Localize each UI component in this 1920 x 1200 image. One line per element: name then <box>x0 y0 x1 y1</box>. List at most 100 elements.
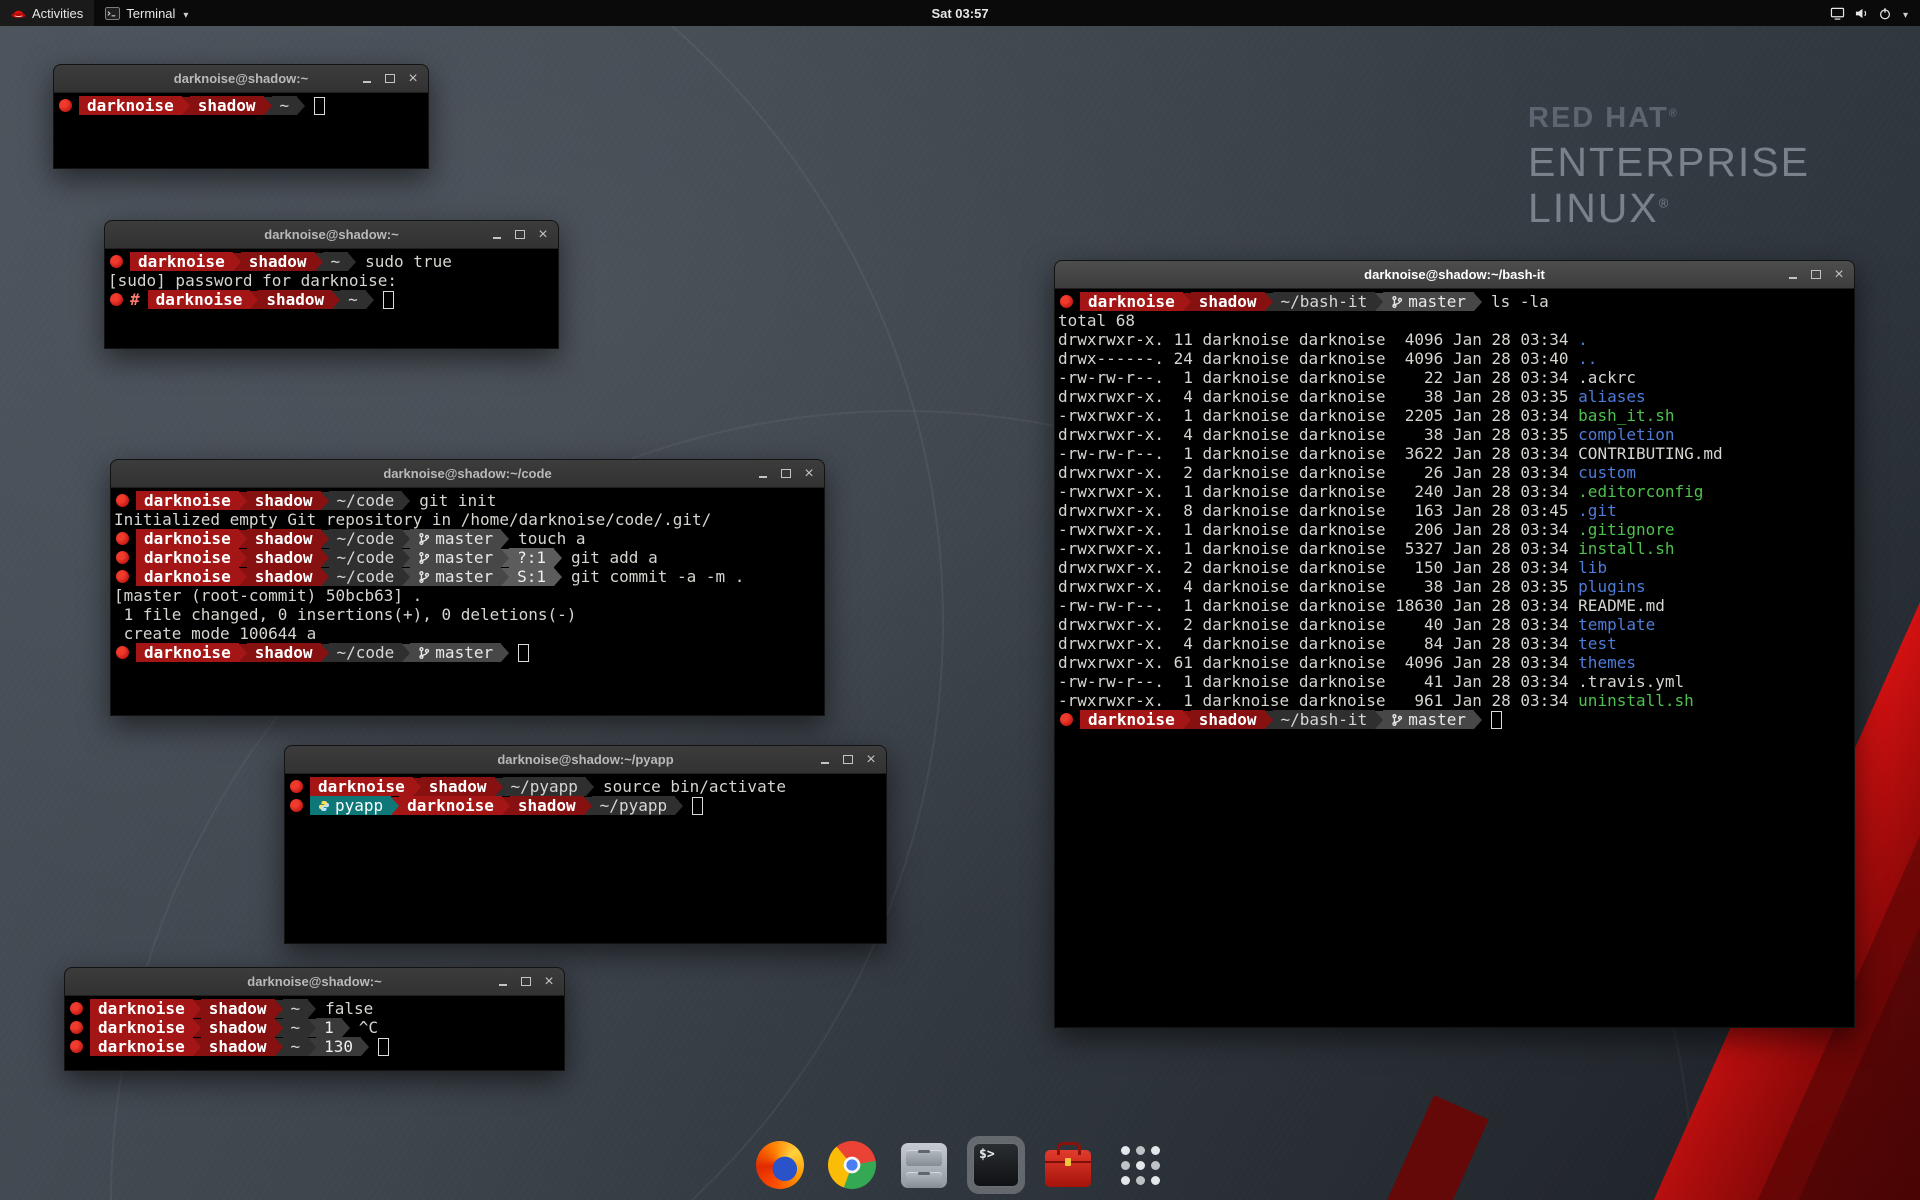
prompt-stat-segment: ?:1 <box>509 548 554 567</box>
terminal-window: darknoise@shadow:~/codedarknoiseshadow~/… <box>110 459 825 716</box>
terminal-screen[interactable]: darknoiseshadow~/pyappsource bin/activat… <box>285 774 886 943</box>
redhat-icon <box>116 570 129 583</box>
output-text: lib <box>1578 558 1607 577</box>
command-text: git commit -a -m . <box>571 567 744 586</box>
minimize-button[interactable] <box>357 69 377 89</box>
maximize-button[interactable] <box>380 69 400 89</box>
toolbox-icon <box>1045 1150 1091 1187</box>
output-text: .gitignore <box>1578 520 1674 539</box>
prompt-path-segment: ~/code <box>329 548 403 567</box>
output-text: bash_it.sh <box>1578 406 1674 425</box>
output-text: drwxrwxr-x. 4 darknoise darknoise 38 Jan… <box>1058 577 1578 596</box>
window-titlebar[interactable]: darknoise@shadow:~/code <box>111 460 824 488</box>
terminal-line: [master (root-commit) 50bcb63] . <box>114 586 822 605</box>
close-button[interactable] <box>861 750 881 770</box>
close-button[interactable] <box>1829 265 1849 285</box>
window-titlebar[interactable]: darknoise@shadow:~/bash-it <box>1055 261 1854 289</box>
terminal-line: darknoiseshadow~/codegit init <box>114 491 822 510</box>
terminal-line: -rw-rw-r--. 1 darknoise darknoise 18630 … <box>1058 596 1852 615</box>
output-text: install.sh <box>1578 539 1674 558</box>
output-text: drwxrwxr-x. 4 darknoise darknoise 38 Jan… <box>1058 387 1578 406</box>
terminal-screen[interactable]: darknoiseshadow~sudo true[sudo] password… <box>105 249 558 348</box>
prompt-stat-segment: S:1 <box>509 567 554 586</box>
terminal-line: -rwxrwxr-x. 1 darknoise darknoise 961 Ja… <box>1058 691 1852 710</box>
prompt-exit-segment: 130 <box>316 1037 361 1056</box>
minimize-button[interactable] <box>493 972 513 992</box>
powerline-separator <box>402 568 410 586</box>
powerline-separator <box>239 549 247 567</box>
powerline-separator <box>1474 293 1482 311</box>
close-button[interactable] <box>799 464 819 484</box>
text-cursor <box>378 1038 389 1056</box>
terminal-line: drwxrwxr-x. 4 darknoise darknoise 38 Jan… <box>1058 577 1852 596</box>
dock-files[interactable] <box>895 1136 953 1194</box>
close-button[interactable] <box>533 225 553 245</box>
powerline-separator <box>501 530 509 548</box>
terminal-screen[interactable]: darknoiseshadow~falsedarknoiseshadow~1^C… <box>65 996 564 1070</box>
maximize-button[interactable] <box>1806 265 1826 285</box>
output-text: template <box>1578 615 1655 634</box>
output-text: .. <box>1578 349 1597 368</box>
powerline-separator <box>1474 711 1482 729</box>
close-button[interactable] <box>539 972 559 992</box>
minimize-button[interactable] <box>815 750 835 770</box>
close-button[interactable] <box>403 69 423 89</box>
terminal-line: drwxrwxr-x. 2 darknoise darknoise 40 Jan… <box>1058 615 1852 634</box>
activities-button[interactable]: Activities <box>0 0 94 26</box>
command-text: touch a <box>518 529 585 548</box>
dock-chrome[interactable] <box>823 1136 881 1194</box>
dock-appgrid[interactable] <box>1111 1136 1169 1194</box>
output-text: -rw-rw-r--. 1 darknoise darknoise 18630 … <box>1058 596 1665 615</box>
window-controls <box>753 460 819 487</box>
dock-toolbox[interactable] <box>1039 1136 1097 1194</box>
dock-firefox[interactable] <box>751 1136 809 1194</box>
window-titlebar[interactable]: darknoise@shadow:~/pyapp <box>285 746 886 774</box>
dock-terminal[interactable] <box>967 1136 1025 1194</box>
powerline-separator <box>495 778 503 796</box>
maximize-button[interactable] <box>838 750 858 770</box>
root-indicator: # <box>130 290 140 309</box>
minimize-button[interactable] <box>753 464 773 484</box>
window-controls <box>357 65 423 92</box>
prompt-path-segment: ~/bash-it <box>1273 292 1376 311</box>
terminal-screen[interactable]: darknoiseshadow~/codegit initInitialized… <box>111 488 824 715</box>
terminal-line: darknoiseshadow~/bash-itmasterls -la <box>1058 292 1852 311</box>
redhat-icon <box>70 1040 83 1053</box>
redhat-icon <box>116 551 129 564</box>
terminal-window: darknoise@shadow:~darknoiseshadow~sudo t… <box>104 220 559 349</box>
terminal-icon <box>973 1143 1019 1187</box>
powerline-separator <box>308 1019 316 1037</box>
prompt-path-segment: ~/code <box>329 529 403 548</box>
output-text: .editorconfig <box>1578 482 1703 501</box>
window-titlebar[interactable]: darknoise@shadow:~ <box>65 968 564 996</box>
prompt-host-segment: shadow <box>1191 292 1265 311</box>
terminal-screen[interactable]: darknoiseshadow~ <box>54 93 428 168</box>
powerline-separator <box>1265 293 1273 311</box>
clock[interactable]: Sat 03:57 <box>931 6 988 21</box>
maximize-button[interactable] <box>776 464 796 484</box>
terminal-line: drwxrwxr-x. 4 darknoise darknoise 84 Jan… <box>1058 634 1852 653</box>
text-cursor <box>314 97 325 115</box>
terminal-line: darknoiseshadow~130 <box>68 1037 562 1056</box>
command-text: sudo true <box>365 252 452 271</box>
window-titlebar[interactable]: darknoise@shadow:~ <box>54 65 428 93</box>
maximize-button[interactable] <box>510 225 530 245</box>
window-titlebar[interactable]: darknoise@shadow:~ <box>105 221 558 249</box>
powerline-separator <box>308 1000 316 1018</box>
prompt-user-segment: darknoise <box>136 567 239 586</box>
powerline-separator <box>402 644 410 662</box>
terminal-line: 1 file changed, 0 insertions(+), 0 delet… <box>114 605 822 624</box>
maximize-button[interactable] <box>516 972 536 992</box>
app-menu-terminal[interactable]: Terminal <box>94 0 199 26</box>
minimize-button[interactable] <box>487 225 507 245</box>
files-icon <box>901 1143 947 1188</box>
prompt-path-segment: ~/bash-it <box>1273 710 1376 729</box>
output-text: .git <box>1578 501 1617 520</box>
terminal-screen[interactable]: darknoiseshadow~/bash-itmasterls -latota… <box>1055 289 1854 1027</box>
terminal-line: drwxrwxr-x. 4 darknoise darknoise 38 Jan… <box>1058 387 1852 406</box>
prompt-user-segment: darknoise <box>136 491 239 510</box>
output-text: . <box>1578 330 1588 349</box>
system-tray[interactable] <box>1822 0 1916 26</box>
minimize-button[interactable] <box>1783 265 1803 285</box>
window-title: darknoise@shadow:~ <box>247 974 381 989</box>
